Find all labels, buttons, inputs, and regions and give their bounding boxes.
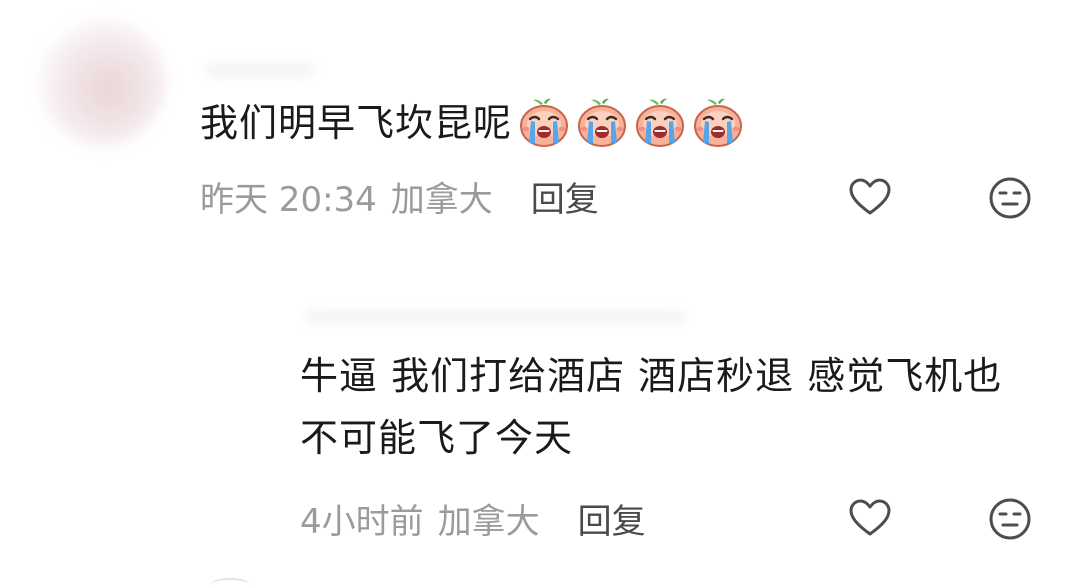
comment-body[interactable]: 我们明早飞坎昆呢 [200,92,748,154]
blurred-reply-username [305,310,685,324]
comment-time: 昨天 20:34 [200,180,377,220]
dislike-button[interactable] [986,495,1034,543]
crying-peach-emoji [690,97,746,149]
emoji-group [516,97,748,149]
like-button[interactable] [846,495,894,543]
reply-button[interactable]: 回复 [578,494,646,543]
dislike-button[interactable] [986,174,1034,222]
comment-thread: 我们明早飞坎昆呢 昨天 20:34 加拿大 回复 牛逼 我们打给酒店 酒店秒退 … [0,0,1080,585]
comment-meta: 昨天 20:34 加拿大 回复 [200,172,613,221]
comment-text: 我们明早飞坎昆呢 [200,101,513,145]
comment-location: 加拿大 [390,180,493,220]
reply-button[interactable]: 回复 [531,172,599,221]
reply-text: 牛逼 我们打给酒店 酒店秒退 感觉飞机也不可能飞了今天 [300,354,1003,460]
crying-peach-emoji [632,97,688,149]
reply-location: 加拿大 [437,502,540,542]
heart-outline-icon [849,499,891,536]
neutral-face-icon [989,498,1031,540]
like-button[interactable] [846,174,894,222]
reply-meta: 4小时前 加拿大 回复 [300,494,660,543]
next-avatar-edge [210,578,250,585]
reply-body[interactable]: 牛逼 我们打给酒店 酒店秒退 感觉飞机也不可能飞了今天 [300,345,1040,469]
crying-peach-emoji [516,97,572,149]
avatar[interactable] [38,18,166,146]
blurred-username [205,62,315,78]
crying-peach-emoji [574,97,630,149]
reply-time: 4小时前 [300,502,424,542]
neutral-face-icon [989,177,1031,219]
heart-outline-icon [849,178,891,215]
